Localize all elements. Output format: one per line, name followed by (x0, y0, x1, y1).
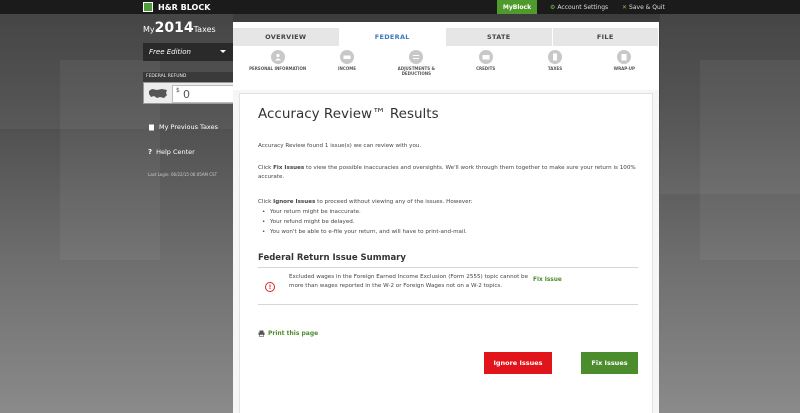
edition-dropdown[interactable]: Free Edition (143, 43, 233, 61)
product-brand: My 2014 Taxes (143, 20, 233, 42)
refund-meter: $ 0 (143, 82, 377, 104)
ignore-instructions: Click Ignore Issues to proceed without v… (258, 198, 638, 207)
fix-bold-text: Fix Issues (273, 165, 305, 171)
fix-rest-text: to view the possible inaccuracies and ov… (258, 165, 636, 180)
step-income[interactable]: INCOME (312, 50, 381, 86)
myblock-button[interactable]: MyBlock (497, 0, 537, 14)
list-item: Your refund might be delayed. (262, 217, 467, 227)
refund-amount: 0 (183, 88, 190, 101)
print-label: Print this page (268, 330, 319, 337)
section-tabs: OVERVIEW FEDERAL STATE FILE (233, 28, 659, 46)
edition-label: Free Edition (149, 48, 191, 56)
fix-issues-button[interactable]: Fix Issues (581, 352, 638, 374)
help-center-label: Help Center (156, 148, 195, 156)
print-page-link[interactable]: Print this page (258, 330, 318, 337)
ignore-click-text: Click (258, 199, 274, 205)
save-quit-link[interactable]: ✕ Save & Quit (622, 0, 665, 14)
step-label: TAXES (547, 66, 563, 71)
step-wrap-up[interactable]: WRAP-UP (590, 50, 659, 86)
calculator-icon (547, 50, 562, 64)
step-label: ADJUSTMENTS & DEDUCTIONS (397, 66, 435, 76)
found-text: Accuracy Review found 1 issue(s) we can … (258, 143, 422, 149)
step-personal-information[interactable]: PERSONAL INFORMATION (243, 50, 312, 86)
federal-steps: PERSONAL INFORMATION INCOME ADJUSTMENTS … (243, 50, 659, 86)
main-panel: OVERVIEW FEDERAL STATE FILE PERSONAL INF… (233, 22, 659, 413)
list-item: Your return might be inaccurate. (262, 207, 467, 217)
save-quit-label: Save & Quit (629, 3, 665, 11)
tab-state[interactable]: STATE (446, 28, 553, 46)
tab-file[interactable]: FILE (552, 28, 659, 46)
tab-federal[interactable]: FEDERAL (339, 28, 446, 46)
background-decoration (700, 60, 800, 260)
consequence-list: Your return might be inaccurate. Your re… (262, 207, 467, 237)
last-login-text: Last Login: 06/22/15 06:05AM CST (148, 172, 218, 177)
gear-icon: ⚙ (550, 3, 556, 11)
page-title: Accuracy Review™ Results (258, 106, 439, 122)
card-icon (478, 50, 493, 64)
step-credits[interactable]: CREDITS (451, 50, 520, 86)
issue-summary-title: Federal Return Issue Summary (258, 253, 406, 263)
my-previous-taxes-label: My Previous Taxes (159, 123, 218, 131)
step-label: PERSONAL INFORMATION (249, 66, 307, 71)
sliders-icon (409, 50, 424, 64)
account-settings-link[interactable]: ⚙ Account Settings (550, 0, 608, 14)
document-icon (149, 124, 154, 130)
printer-icon (258, 330, 265, 337)
hr-block-logo[interactable]: H&R BLOCK (143, 0, 210, 14)
clipboard-icon (617, 50, 632, 64)
refund-label: FEDERAL REFUND (143, 72, 233, 82)
fix-issue-link[interactable]: Fix Issue (533, 277, 562, 283)
brand-my: My (143, 25, 155, 34)
step-taxes[interactable]: TAXES (520, 50, 589, 86)
fix-instructions: Click Fix Issues to view the possible in… (258, 164, 638, 182)
tab-overview[interactable]: OVERVIEW (233, 28, 340, 46)
brand-taxes: Taxes (193, 25, 216, 34)
ignore-issues-button[interactable]: Ignore Issues (484, 352, 552, 374)
chevron-down-icon (220, 50, 226, 53)
money-icon (339, 50, 354, 64)
top-bar: H&R BLOCK MyBlock ⚙ Account Settings ✕ S… (0, 0, 800, 14)
ignore-bold-text: Ignore Issues (273, 199, 316, 205)
accuracy-review-card: Accuracy Review™ Results Accuracy Review… (239, 93, 653, 413)
issue-row: ! Excluded wages in the Foreign Earned I… (258, 267, 638, 305)
brand-year: 2014 (154, 20, 194, 36)
step-label: WRAP-UP (613, 66, 635, 71)
fix-click-text: Click (258, 165, 274, 171)
refund-currency: $ (176, 87, 180, 94)
us-map-icon (149, 89, 167, 98)
logo-text: H&R BLOCK (158, 2, 211, 12)
close-icon: ✕ (622, 3, 628, 11)
help-center-link[interactable]: ? Help Center (148, 147, 195, 157)
my-previous-taxes-link[interactable]: My Previous Taxes (148, 122, 218, 132)
list-item: You won't be able to e-file your return,… (262, 227, 467, 237)
logo-square-icon (143, 2, 153, 12)
help-icon: ? (148, 148, 153, 156)
account-settings-label: Account Settings (557, 3, 609, 11)
person-icon (270, 50, 285, 64)
step-adjustments-deductions[interactable]: ADJUSTMENTS & DEDUCTIONS (382, 50, 451, 86)
step-label: INCOME (338, 66, 356, 71)
issue-text: Excluded wages in the Foreign Earned Inc… (289, 274, 529, 289)
alert-icon: ! (265, 282, 275, 292)
ignore-rest-text: to proceed without viewing any of the is… (315, 199, 473, 205)
step-label: CREDITS (476, 66, 496, 71)
